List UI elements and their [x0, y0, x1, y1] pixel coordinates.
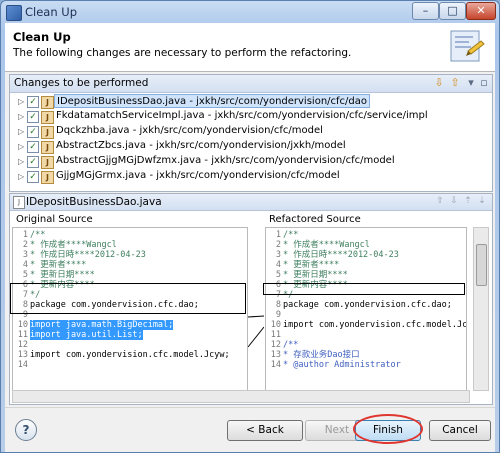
code-line: 1/** [22, 230, 46, 240]
window-title: Clean Up [25, 5, 78, 19]
banner-description: The following changes are necessary to p… [13, 47, 352, 59]
java-file-icon: J [41, 171, 54, 184]
code-line: 5 * 更新日期**** [275, 270, 348, 280]
java-file-icon: J [41, 126, 54, 139]
banner-title: Clean Up [13, 30, 71, 44]
code-line: 8 package com.yondervision.cfc.dao; [275, 300, 452, 310]
compare-title: IDepositBusinessDao.java [26, 196, 162, 208]
changes-tree: ▷ ✓ J IDepositBusinessDao.java - jxkh/sr… [10, 93, 492, 191]
code-line: 12/** [270, 340, 299, 350]
expand-icon[interactable]: ▷ [18, 142, 24, 151]
code-line: 10 import com.yondervision.cfc.model.Jcyw… [270, 320, 467, 330]
refactored-source-label: Refactored Source [269, 214, 361, 225]
change-item[interactable]: ▷ ✓ J GjjgMGjGrmx.java - jxkh/src/com/yo… [10, 169, 492, 184]
code-line: 3 * 作成日時****2012-04-23 [22, 250, 146, 260]
change-item[interactable]: ▷ ✓ J AbstractZbcs.java - jxkh/src/com/y… [10, 139, 492, 154]
java-file-icon: J [41, 96, 54, 109]
change-item[interactable]: ▷ ✓ J IDepositBusinessDao.java - jxkh/sr… [10, 94, 492, 109]
change-checkbox[interactable]: ✓ [27, 111, 39, 123]
previous-change-icon[interactable]: ⇧ [448, 76, 462, 90]
code-line: 10 import java.math.BigDecimal; [17, 320, 174, 330]
wizard-banner: Clean Up The following changes are neces… [5, 23, 495, 72]
expand-icon[interactable]: ▷ [18, 97, 24, 106]
change-label: AbstractZbcs.java - jxkh/src/com/yonderv… [56, 140, 346, 151]
change-checkbox[interactable]: ✓ [27, 141, 39, 153]
eclipse-app-icon [6, 5, 22, 21]
code-line: 9 [275, 310, 281, 320]
diff-connector [248, 315, 264, 348]
original-source-label: Original Source [16, 214, 93, 225]
code-line: 12 [17, 340, 28, 350]
code-line: 4 * 更新者**** [275, 260, 340, 270]
java-file-icon: J [41, 111, 54, 124]
refactored-source-pane[interactable]: 1/** 2 * 作成者****Wangcl 3 * 作成日時****2012-… [265, 227, 467, 391]
java-file-icon: J [41, 141, 54, 154]
vertical-scrollbar[interactable] [473, 227, 489, 391]
scrollbar-thumb[interactable] [476, 244, 487, 286]
change-label: Dqckzhba.java - jxkh/src/com/yondervisio… [56, 125, 323, 136]
horizontal-scrollbar[interactable] [12, 390, 470, 403]
next-diff-icon[interactable]: ⇣ [476, 195, 488, 207]
change-label: IDepositBusinessDao.java - jxkh/src/com/… [54, 94, 371, 108]
code-line: 13 import com.yondervision.cfc.model.Jcyw… [17, 350, 230, 360]
change-checkbox[interactable]: ✓ [27, 126, 39, 138]
maximize-panel-icon[interactable]: ▫ [477, 76, 491, 90]
changes-header: Changes to be performed ⇩ ⇧ ▾ ▫ [10, 75, 492, 93]
filter-icon[interactable]: ▾ [464, 76, 478, 90]
changes-panel: Changes to be performed ⇩ ⇧ ▾ ▫ ▷ ✓ J ID… [9, 74, 493, 192]
refactor-wizard-icon [450, 30, 485, 62]
maximize-button[interactable]: □ [439, 2, 466, 20]
clean-up-window: Clean Up – □ ✕ Clean Up The following ch… [0, 0, 500, 453]
code-line: 1/** [275, 230, 299, 240]
java-file-icon: J [13, 196, 25, 209]
diff-highlight-original [10, 283, 246, 314]
code-line: 11 [270, 330, 281, 340]
code-line: 3 * 作成日時****2012-04-23 [275, 250, 399, 260]
change-item[interactable]: ▷ ✓ J FkdatamatchServiceImpl.java - jxkh… [10, 109, 492, 124]
copy-right-icon[interactable]: ⇩ [448, 195, 460, 207]
close-button[interactable]: ✕ [466, 2, 496, 20]
red-highlight-ring [353, 414, 423, 444]
previous-diff-icon[interactable]: ⇡ [462, 195, 474, 207]
expand-icon[interactable]: ▷ [18, 127, 24, 136]
change-label: AbstractGjjgMGjDwfzmx.java - jxkh/src/co… [56, 155, 395, 166]
change-checkbox[interactable]: ✓ [27, 156, 39, 168]
code-line: 11 import java.util.List; [17, 330, 143, 340]
expand-icon[interactable]: ▷ [18, 172, 24, 181]
dialog-client: Clean Up The following changes are neces… [5, 23, 495, 452]
compare-header: J IDepositBusinessDao.java ⇧ ⇩ ⇡ ⇣ [10, 194, 492, 211]
code-line: 4 * 更新者**** [22, 260, 87, 270]
expand-icon[interactable]: ▷ [18, 157, 24, 166]
change-item[interactable]: ▷ ✓ J AbstractGjjgMGjDwfzmx.java - jxkh/… [10, 154, 492, 169]
change-item[interactable]: ▷ ✓ J Dqckzhba.java - jxkh/src/com/yonde… [10, 124, 492, 139]
code-line: 14 * @author Administrator [270, 360, 401, 370]
java-file-icon: J [41, 156, 54, 169]
cancel-button[interactable]: Cancel [429, 420, 491, 441]
code-line: 14 [17, 360, 28, 370]
help-button[interactable]: ? [15, 419, 37, 441]
compare-panel: J IDepositBusinessDao.java ⇧ ⇩ ⇡ ⇣ Origi… [9, 193, 493, 405]
button-bar: ? < Back Next > Finish Cancel [5, 407, 495, 452]
copy-left-icon[interactable]: ⇧ [434, 195, 446, 207]
minimize-button[interactable]: – [412, 2, 439, 20]
change-label: FkdatamatchServiceImpl.java - jxkh/src/c… [56, 110, 428, 121]
expand-icon[interactable]: ▷ [18, 112, 24, 121]
code-line: 2 * 作成者****Wangcl [22, 240, 117, 250]
back-button[interactable]: < Back [227, 420, 303, 441]
code-line: 2 * 作成者****Wangcl [275, 240, 370, 250]
code-line: 5 * 更新日期**** [22, 270, 95, 280]
title-bar[interactable]: Clean Up – □ ✕ [1, 1, 499, 23]
change-checkbox[interactable]: ✓ [27, 171, 39, 183]
change-label: GjjgMGjGrmx.java - jxkh/src/com/yondervi… [56, 170, 340, 181]
changes-title: Changes to be performed [14, 77, 149, 89]
diff-highlight-refactored [263, 283, 465, 295]
code-line: 13 * 存款业务Dao接口 [270, 350, 360, 360]
next-change-icon[interactable]: ⇩ [432, 76, 446, 90]
change-checkbox[interactable]: ✓ [27, 96, 39, 108]
